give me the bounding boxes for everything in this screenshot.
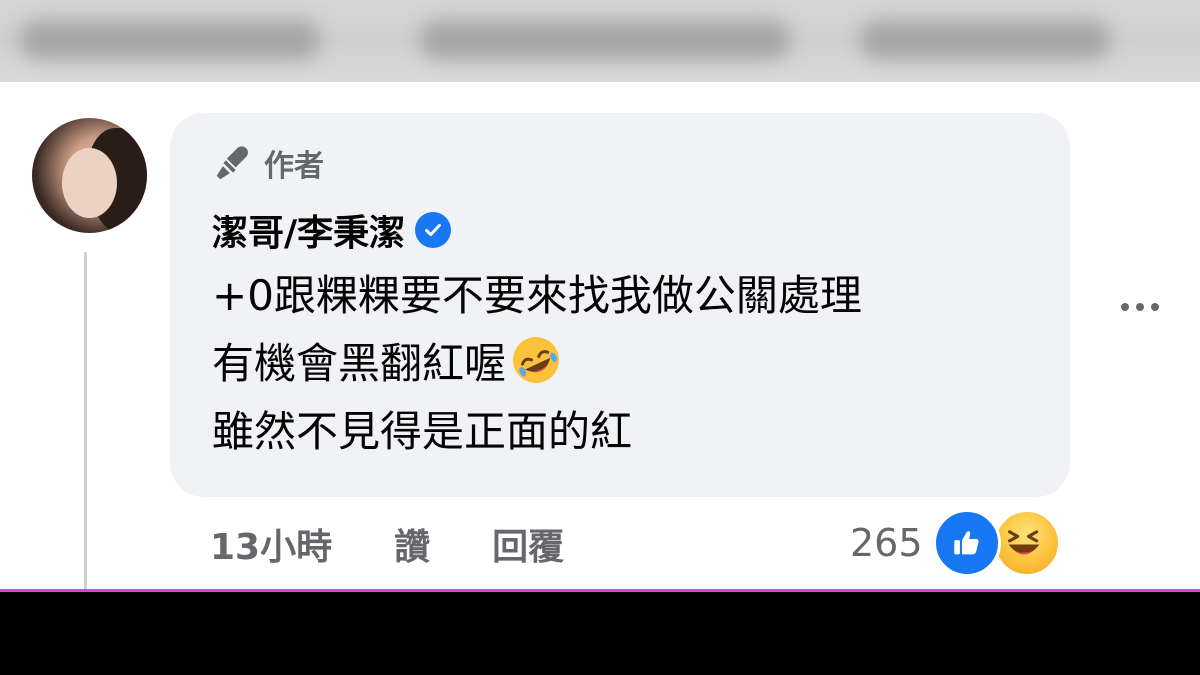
thumbs-up-icon: [932, 509, 1001, 577]
blurred-text-block: [860, 20, 1110, 60]
more-options-button[interactable]: [1112, 285, 1168, 329]
reply-button[interactable]: 回覆: [492, 518, 564, 570]
comment-timestamp[interactable]: 13小時: [210, 518, 332, 570]
verified-badge-icon: [415, 212, 452, 248]
avatar[interactable]: [32, 118, 147, 233]
bottom-letterbox-bar: [0, 592, 1200, 675]
comment-actions: 13小時 讚 回覆: [210, 516, 564, 572]
reaction-summary[interactable]: 265: [850, 508, 1061, 578]
blurred-header: [0, 0, 1200, 82]
avatar-face: [62, 148, 117, 218]
more-dot-icon: [1136, 303, 1144, 311]
comment-line: +0跟粿粿要不要來找我做公關處理: [212, 271, 862, 320]
author-badge-label: 作者: [264, 149, 324, 184]
more-dot-icon: [1121, 303, 1129, 311]
author-badge: 作者: [212, 142, 324, 184]
blurred-text-block: [420, 20, 790, 60]
comment-line-with-emoji: 有機會黑翻紅喔: [212, 330, 1052, 398]
comment-text: +0跟粿粿要不要來找我做公關處理 有機會黑翻紅喔 雖然不見得是正面的紅: [212, 262, 1052, 466]
comment-line: 有機會黑翻紅喔: [212, 339, 507, 388]
comment-author: 潔哥/李秉潔: [212, 204, 452, 256]
reply-thread-line: [84, 252, 87, 592]
author-name-link[interactable]: 潔哥/李秉潔: [212, 204, 405, 256]
microphone-icon: [216, 146, 248, 180]
comment-line: 雖然不見得是正面的紅: [212, 407, 633, 456]
more-dot-icon: [1151, 303, 1159, 311]
like-button[interactable]: 讚: [394, 518, 430, 570]
rolling-laughing-emoji-icon: [513, 337, 560, 383]
reaction-count: 265: [850, 521, 923, 565]
blurred-text-block: [20, 20, 320, 60]
haha-reaction-icon: [992, 509, 1061, 577]
